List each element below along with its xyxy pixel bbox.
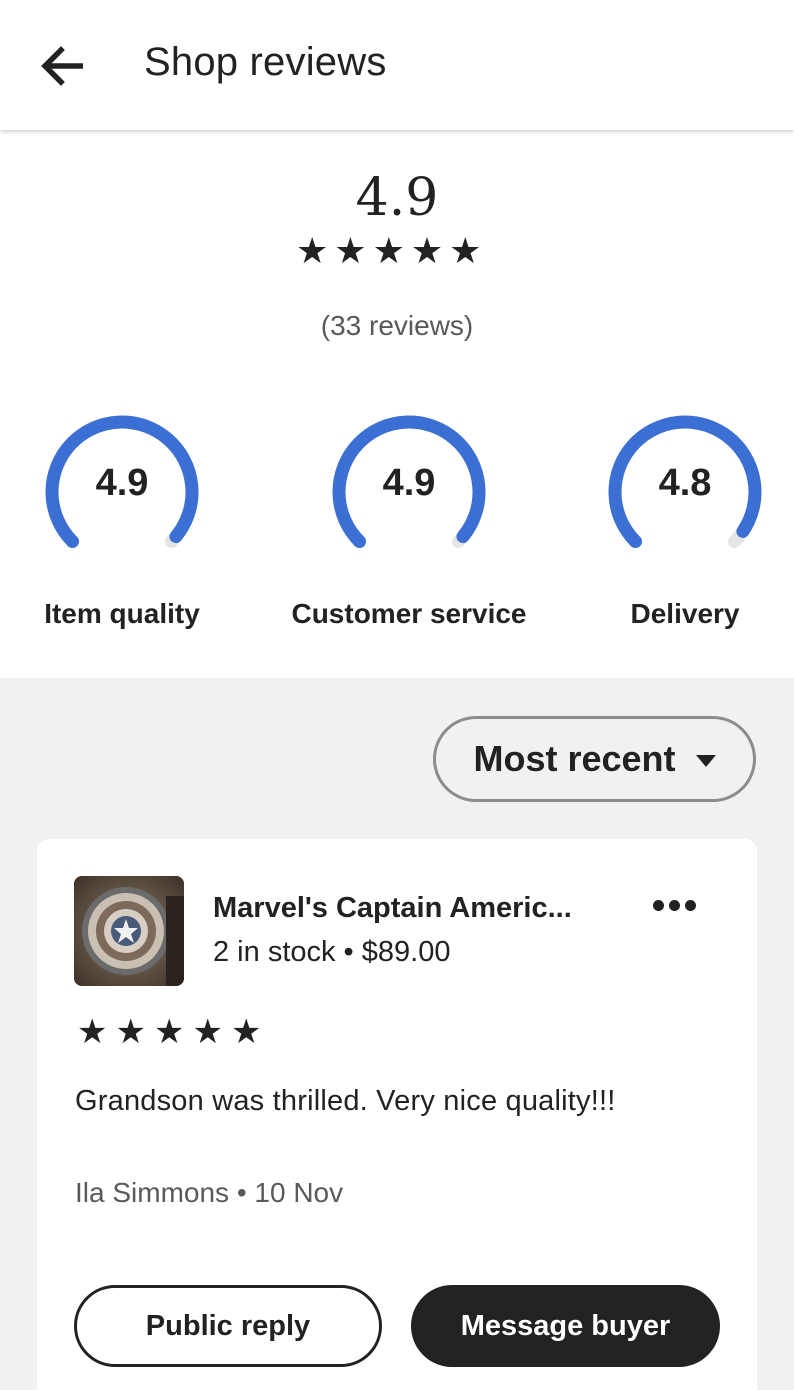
back-button[interactable] (30, 35, 96, 97)
gauge-label-delivery: Delivery (630, 598, 740, 629)
review-text: Grandson was thrilled. Very nice quality… (75, 1085, 616, 1117)
message-buyer-button[interactable]: Message buyer (411, 1285, 720, 1367)
rating-summary: 4.9 ★ ★ ★ ★ ★ (33 reviews) 4.9 4.9 4.8 I… (0, 130, 794, 678)
review-card: Marvel's Captain Americ... 2 in stock • … (37, 839, 757, 1390)
star-icon: ★ (192, 1013, 223, 1051)
page-title: Shop reviews (144, 40, 387, 84)
gauge-label-customer-service: Customer service (291, 598, 527, 629)
gauge-label-item-quality: Item quality (44, 598, 200, 629)
star-icon: ★ (230, 1013, 262, 1051)
app-bar: Shop reviews (0, 0, 794, 130)
average-stars: ★ ★ ★ ★ ★ (296, 233, 481, 269)
gauge-delivery: 4.8 (605, 412, 765, 572)
dot (652, 899, 664, 911)
item-meta: 2 in stock • $89.00 (213, 936, 451, 968)
gauge-customer-service: 4.9 (329, 412, 489, 572)
more-horizontal-icon[interactable] (641, 889, 707, 921)
gauge-value: 4.9 (95, 462, 149, 504)
review-stars: ★ ★ ★ ★ ★ (77, 1015, 261, 1049)
public-reply-button[interactable]: Public reply (74, 1285, 382, 1367)
star-icon: ★ (334, 230, 367, 271)
star-icon: ★ (449, 230, 482, 271)
star-icon: ★ (153, 1013, 185, 1051)
star-icon: ★ (372, 230, 405, 271)
arrow-left-icon (41, 46, 83, 86)
star-icon: ★ (296, 230, 329, 271)
star-icon: ★ (77, 1013, 108, 1051)
item-title[interactable]: Marvel's Captain Americ... (213, 892, 613, 925)
caret-down-icon (695, 755, 716, 767)
shield-image (74, 876, 184, 986)
star-icon: ★ (115, 1013, 146, 1051)
item-thumbnail[interactable] (74, 876, 184, 986)
gauge-value: 4.9 (382, 462, 436, 504)
dot (668, 899, 680, 911)
review-count: (33 reviews) (320, 310, 474, 341)
sort-label: Most recent (473, 738, 676, 779)
average-rating: 4.9 (355, 168, 439, 228)
star-icon: ★ (410, 230, 444, 271)
reviewer-info: Ila Simmons • 10 Nov (75, 1177, 344, 1208)
gauge-value: 4.8 (658, 462, 712, 504)
gauge-item-quality: 4.9 (42, 412, 202, 572)
sort-dropdown[interactable]: Most recent (433, 716, 756, 802)
dot (684, 899, 696, 911)
